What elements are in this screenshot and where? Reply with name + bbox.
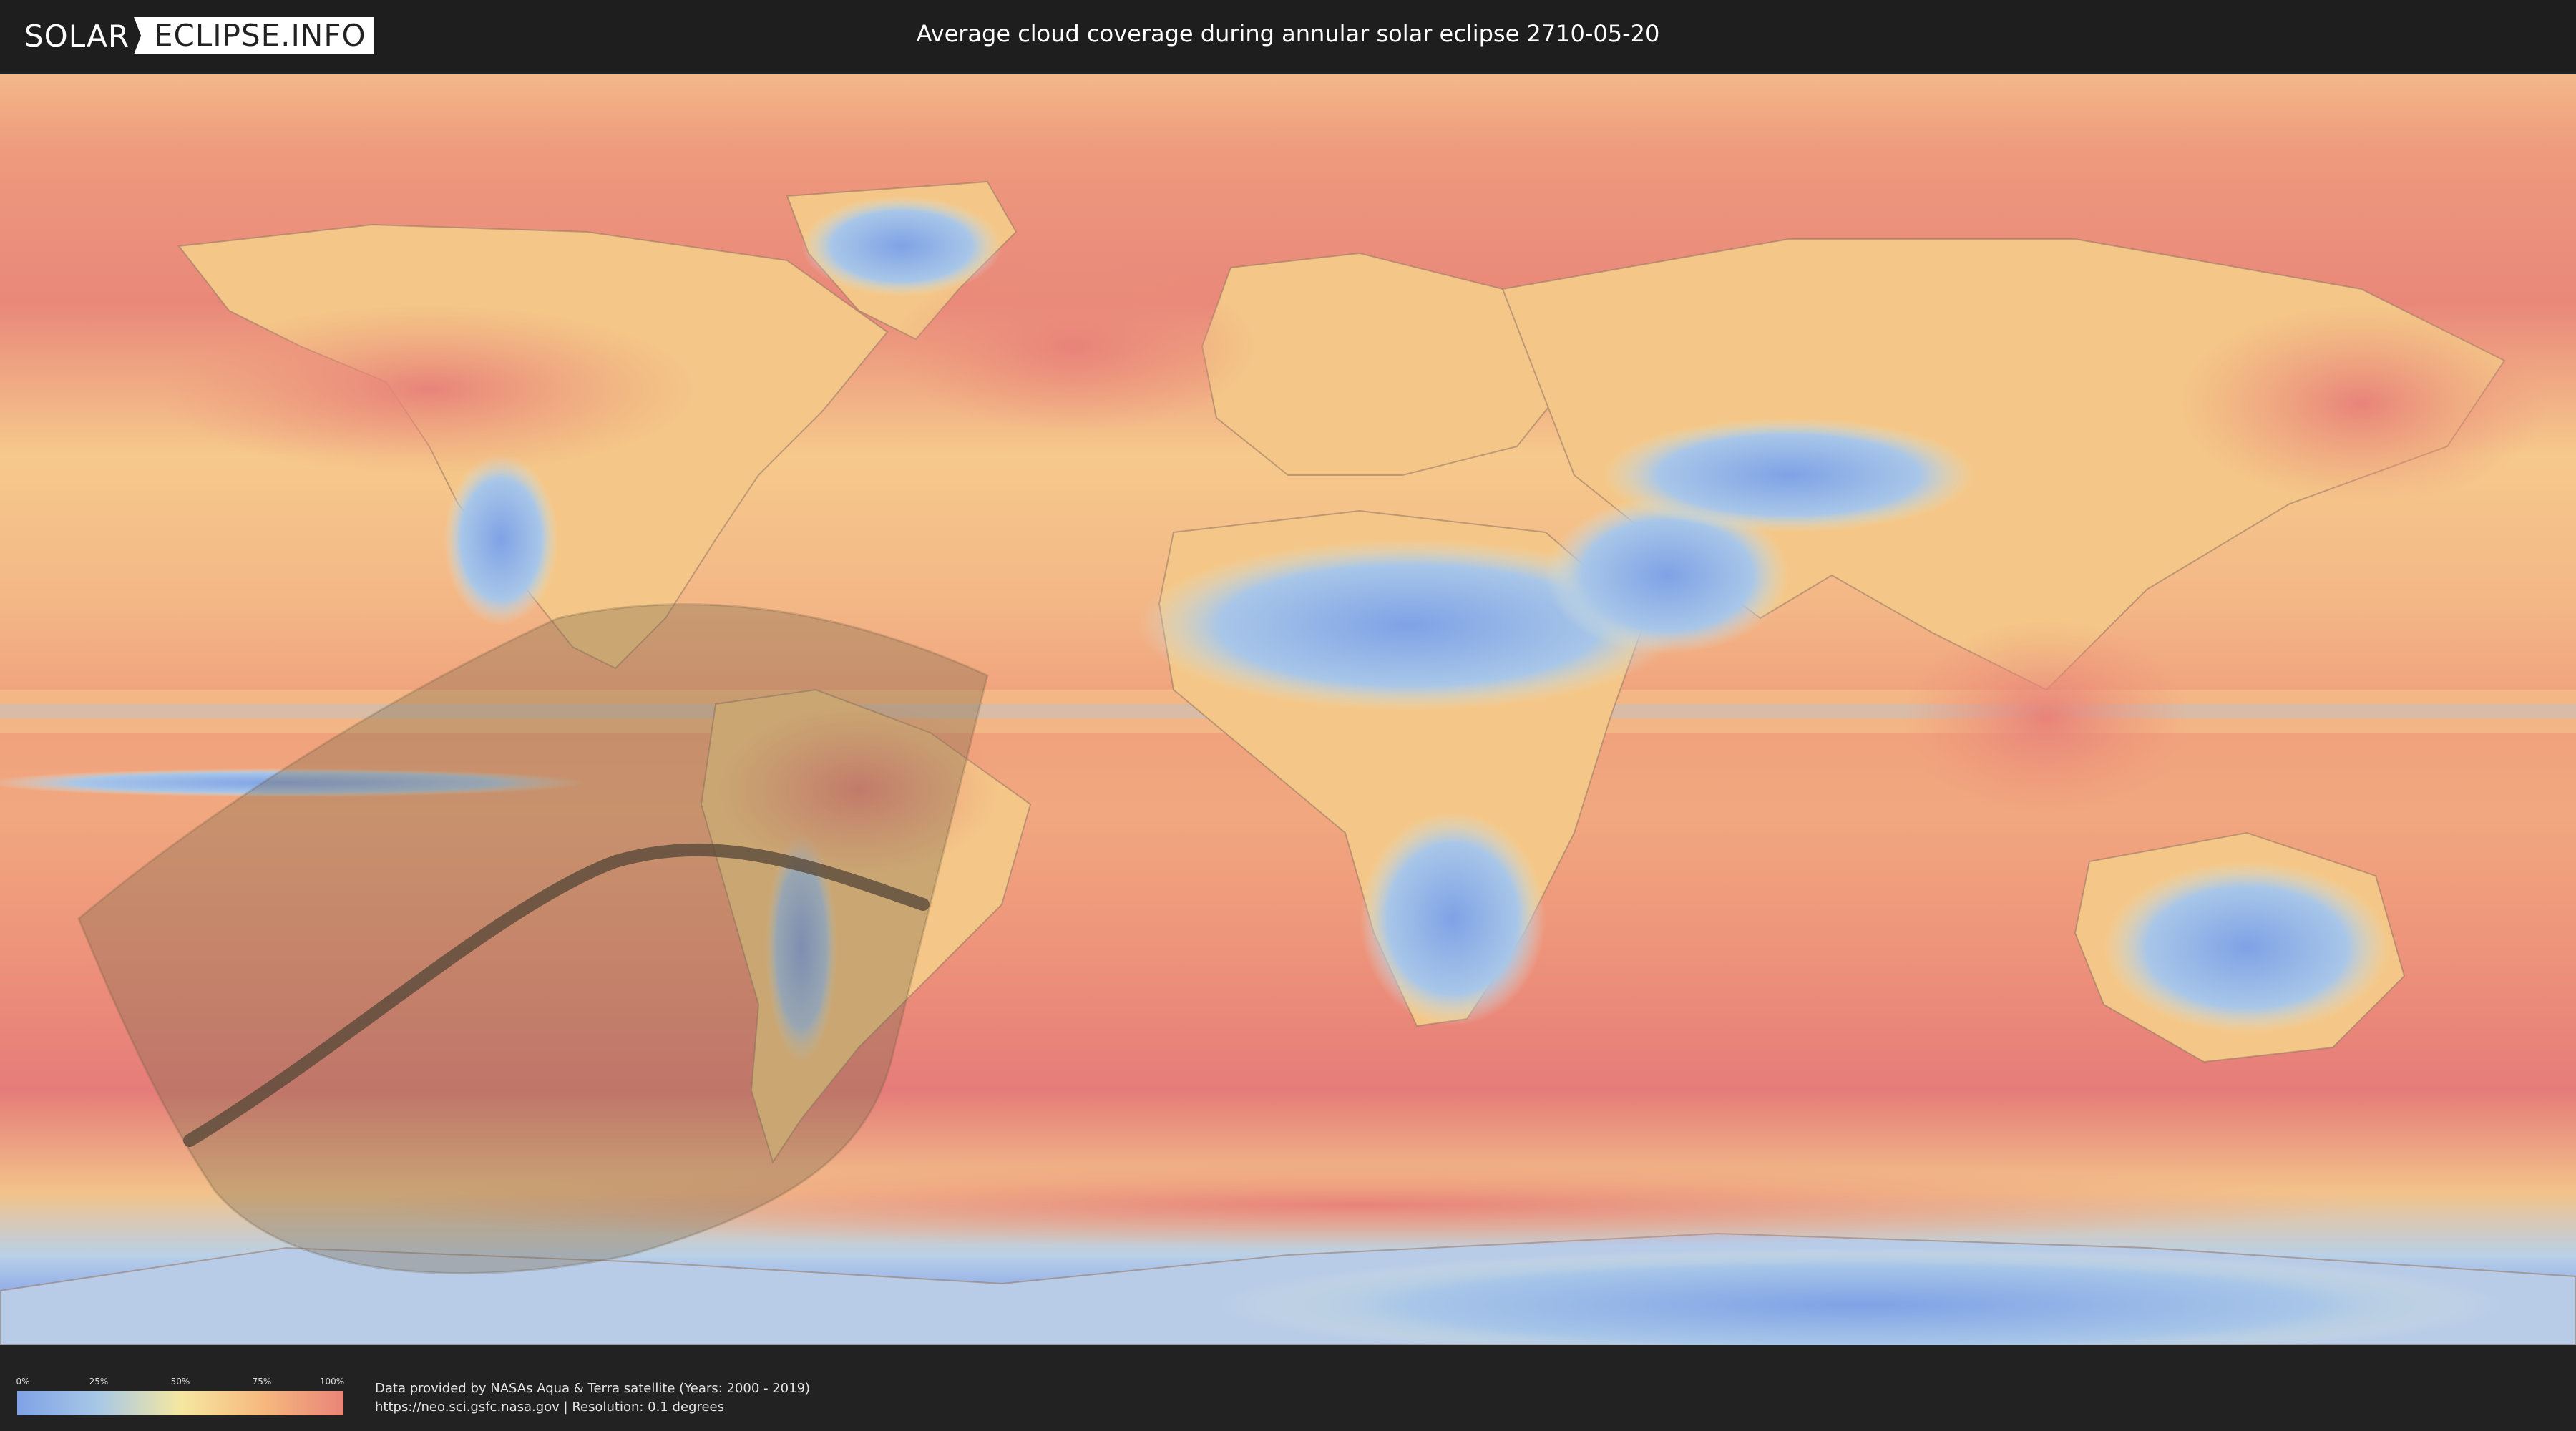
- legend-ticks: 0% 25% 50% 75% 100%: [16, 1377, 345, 1388]
- clear-mexico: [444, 454, 558, 625]
- page: SOLAR ECLIPSE.INFO Average cloud coverag…: [0, 0, 2576, 1431]
- legend-tick-50: 50%: [170, 1377, 190, 1387]
- credits-url-resolution: https://neo.sci.gsfc.nasa.gov | Resoluti…: [375, 1400, 724, 1415]
- legend-tick-25: 25%: [89, 1377, 109, 1387]
- cloud-coverage-legend: 0% 25% 50% 75% 100%: [16, 1377, 345, 1415]
- cloud-coverage-map[interactable]: [0, 74, 2576, 1345]
- clear-central-asia: [1603, 418, 1975, 532]
- header: SOLAR ECLIPSE.INFO Average cloud coverag…: [0, 0, 2576, 72]
- credits-source: Data provided by NASAs Aqua & Terra sate…: [375, 1381, 811, 1396]
- legend-tick-100: 100%: [319, 1377, 345, 1387]
- clear-australia: [2104, 861, 2390, 1033]
- legend-tick-0: 0%: [16, 1377, 30, 1387]
- page-title: Average cloud coverage during annular so…: [916, 20, 1660, 47]
- legend-color-bar: [17, 1391, 343, 1415]
- clear-southern-africa: [1360, 811, 1546, 1026]
- footer: 0% 25% 50% 75% 100% Data provided by NAS…: [0, 1358, 2576, 1431]
- legend-tick-75: 75%: [252, 1377, 272, 1387]
- data-credits: Data provided by NASAs Aqua & Terra sate…: [375, 1379, 810, 1417]
